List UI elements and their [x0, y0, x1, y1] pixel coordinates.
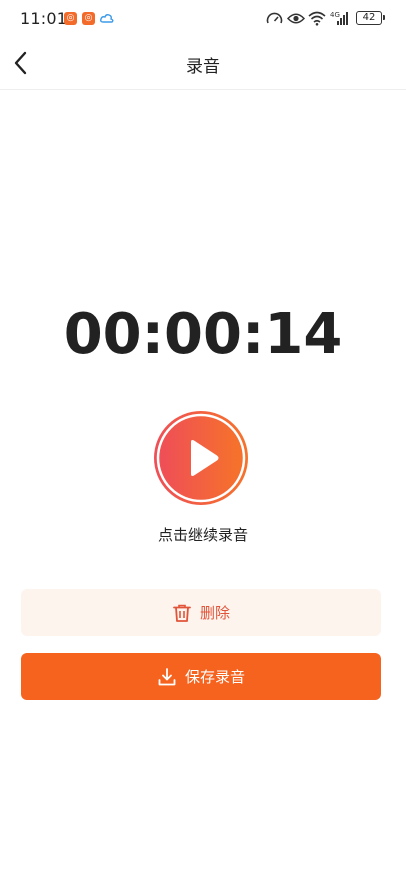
navigation-bar: 录音 [0, 38, 406, 90]
page-title: 录音 [186, 57, 220, 77]
delete-label: 删除 [199, 604, 230, 622]
recording-hint: 点击继续录音 [157, 526, 248, 544]
battery-indicator: 42 [356, 11, 385, 25]
notification-app-icon: ◎ [64, 12, 77, 25]
save-recording-button[interactable]: 保存录音 [21, 653, 381, 700]
wifi-icon [308, 11, 326, 26]
save-recording-label: 保存录音 [184, 668, 245, 686]
trash-icon [173, 604, 191, 622]
play-icon [154, 411, 248, 505]
continue-recording-button[interactable] [153, 410, 249, 506]
cloud-notification-icon [100, 14, 114, 23]
eye-icon [287, 13, 305, 24]
signal-icon: 4G [330, 11, 348, 25]
delete-button[interactable]: 删除 [21, 589, 381, 636]
download-icon [158, 667, 176, 685]
notification-app-icon: ◎ [82, 12, 95, 25]
speed-icon [266, 12, 283, 24]
status-bar: 11:01 ◎ ◎ 4G 42 [0, 0, 406, 38]
network-type: 4G [330, 11, 340, 19]
status-time: 11:01 [20, 9, 68, 28]
elapsed-time: 00:00:14 [63, 302, 343, 367]
